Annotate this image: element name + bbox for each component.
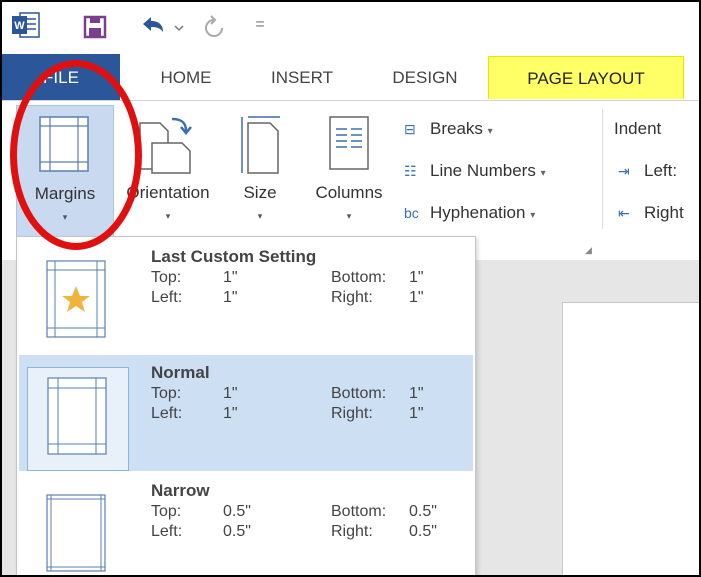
left-value: 1": [223, 289, 238, 306]
bottom-label: Bottom:: [331, 503, 387, 520]
columns-icon: [329, 116, 369, 170]
page-setup-dialog-launcher-icon[interactable]: ◢: [585, 245, 595, 255]
tab-insert[interactable]: INSERT: [252, 54, 352, 100]
chevron-down-icon: ▾: [346, 211, 352, 221]
top-label: Top:: [151, 503, 182, 520]
top-value: 1": [223, 385, 238, 402]
columns-label: Columns: [315, 183, 383, 202]
indent-right-field[interactable]: ⇤ Right: [618, 203, 684, 223]
margins-dropdown-menu: Last Custom Setting Top: 1" Bottom: 1" L…: [16, 236, 476, 575]
bottom-value: 0.5": [409, 503, 437, 520]
tab-design[interactable]: DESIGN: [375, 54, 475, 100]
bottom-label: Bottom:: [331, 385, 387, 402]
option-name: Last Custom Setting: [151, 247, 317, 266]
indent-left-label: Left:: [644, 161, 678, 180]
chevron-down-icon: ▾: [62, 212, 68, 222]
line-numbers-label: Line Numbers: [430, 161, 536, 180]
right-value: 1": [409, 289, 424, 306]
bottom-value: 1": [409, 385, 424, 402]
margins-icon: [39, 116, 89, 172]
chevron-down-icon: ▾: [165, 211, 171, 221]
left-value: 0.5": [223, 523, 251, 540]
ribbon-tabs: FILE HOME INSERT DESIGN PAGE LAYOUT: [2, 54, 699, 100]
margin-option-narrow[interactable]: Narrow Top: 0.5" Bottom: 0.5" Left: 0.5"…: [19, 473, 473, 575]
left-value: 1": [223, 405, 238, 422]
size-label: Size: [243, 183, 277, 202]
line-numbers-icon: ☷: [404, 163, 417, 179]
top-label: Top:: [151, 269, 182, 286]
bottom-value: 1": [409, 269, 424, 286]
last-custom-margin-icon: [46, 260, 106, 338]
svg-text:W: W: [14, 20, 25, 32]
quick-access-toolbar: W =: [2, 2, 699, 54]
bottom-label: Bottom:: [331, 269, 387, 286]
margins-button[interactable]: Margins ▾: [16, 105, 114, 237]
indent-right-icon: ⇤: [618, 205, 630, 221]
group-divider: [602, 109, 603, 229]
tab-home[interactable]: HOME: [138, 54, 234, 100]
right-label: Right:: [331, 405, 373, 422]
orientation-icon: [139, 117, 192, 174]
save-icon[interactable]: [82, 14, 108, 40]
top-value: 0.5": [223, 503, 251, 520]
document-page[interactable]: [562, 302, 699, 575]
indent-right-label: Right: [644, 203, 684, 222]
size-button[interactable]: Size ▾: [234, 105, 286, 235]
narrow-margin-icon: [46, 494, 106, 572]
top-value: 1": [223, 269, 238, 286]
word-logo-icon: W: [12, 12, 40, 38]
breaks-icon: ⊟: [404, 121, 416, 137]
orientation-button[interactable]: Orientation ▾: [116, 105, 220, 235]
option-name: Narrow: [151, 481, 210, 500]
size-icon: [241, 116, 280, 174]
indent-left-field[interactable]: ⇥ Left:: [618, 161, 677, 181]
left-label: Left:: [151, 523, 183, 540]
right-value: 1": [409, 405, 424, 422]
orientation-label: Orientation: [126, 183, 210, 202]
indent-left-icon: ⇥: [618, 163, 630, 179]
redo-icon[interactable]: [202, 14, 226, 40]
columns-button[interactable]: Columns ▾: [308, 105, 390, 235]
line-numbers-button[interactable]: ☷ Line Numbers ▾: [404, 161, 546, 181]
margins-label: Margins: [34, 184, 96, 203]
right-value: 0.5": [409, 523, 437, 540]
tab-page-layout[interactable]: PAGE LAYOUT: [488, 56, 684, 99]
left-label: Left:: [151, 405, 183, 422]
hyphenation-icon: bc: [404, 205, 419, 221]
hyphenation-button[interactable]: bc Hyphenation ▾: [404, 203, 535, 223]
hyphenation-label: Hyphenation: [430, 203, 526, 222]
right-label: Right:: [331, 289, 373, 306]
customize-toolbar-icon[interactable]: =: [252, 12, 268, 38]
top-label: Top:: [151, 385, 182, 402]
chevron-down-icon: ▾: [530, 210, 536, 221]
word-window: W = FILE HOME INSERT DESIGN PAGE LAYOUT …: [0, 0, 701, 577]
normal-margin-icon: [27, 367, 129, 471]
right-label: Right:: [331, 523, 373, 540]
chevron-down-icon: ▾: [257, 211, 263, 221]
indent-heading: Indent: [614, 119, 662, 138]
margin-option-normal[interactable]: Normal Top: 1" Bottom: 1" Left: 1" Right…: [19, 355, 473, 471]
chevron-down-icon: ▾: [487, 126, 493, 137]
tab-file[interactable]: FILE: [2, 54, 120, 100]
margin-option-last-custom[interactable]: Last Custom Setting Top: 1" Bottom: 1" L…: [19, 239, 473, 355]
undo-icon[interactable]: [137, 12, 185, 40]
option-name: Normal: [151, 363, 210, 382]
chevron-down-icon: ▾: [540, 168, 546, 179]
breaks-label: Breaks: [430, 119, 483, 138]
breaks-button[interactable]: ⊟ Breaks ▾: [404, 119, 493, 139]
left-label: Left:: [151, 289, 183, 306]
